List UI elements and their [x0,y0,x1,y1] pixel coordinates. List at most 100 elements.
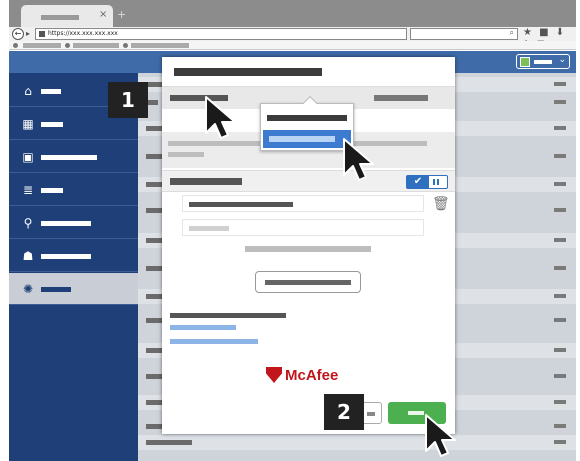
row-value [554,318,566,322]
avatar [520,57,530,67]
screenshot-frame: × + ← ▸ https://xxx.xxx.xxx.xxx ⌕ ★ ■ ⬇ … [0,0,580,461]
row-text [146,266,162,271]
sidebar-item-label [41,221,91,226]
row-value [554,348,566,352]
info-link[interactable] [170,339,258,344]
toggle-label [170,178,242,185]
add-button[interactable] [255,271,361,293]
row-value [554,182,566,186]
row-text [146,208,162,213]
sidebar-item-label [41,89,61,94]
sidebar: ⌂ ▦ ▣ ≣ ⚲ ☗ ✺ [9,73,138,461]
row-text [146,440,192,445]
row-value [554,424,566,428]
mouse-cursor-icon [425,414,456,457]
row-value [554,266,566,270]
sidebar-item-share[interactable]: ⚲ [9,207,138,239]
trash-icon[interactable]: 🗑 [432,196,450,212]
option-label [267,115,347,121]
back-button[interactable]: ← [12,28,24,40]
step-2-badge: 2 [324,394,364,430]
browser-search-field[interactable]: ⌕ [410,28,518,40]
row-text [146,374,162,379]
tab-title-placeholder [41,15,79,20]
user-name-placeholder [534,60,552,64]
device-icon: ▣ [22,150,34,164]
row-value [554,82,566,86]
bookmark-icon [123,43,128,48]
dialog-toggle-row: ✔ [162,170,455,192]
entry-field-empty[interactable] [182,219,424,236]
row-text [146,424,162,429]
bookmark-item[interactable] [23,43,61,48]
section-heading [245,246,371,252]
dropdown-option[interactable] [261,110,353,126]
row-value [554,154,566,158]
dialog-title [162,57,455,87]
mouse-cursor-icon [205,96,236,139]
chevron-down-icon: ⌄ [558,55,566,65]
url-text: https://xxx.xxx.xxx.xxx [48,30,118,37]
storage-icon: ≣ [22,183,34,197]
row-value [554,400,566,404]
row-text [146,182,162,187]
list-item[interactable] [138,435,576,450]
users-icon: ☗ [22,249,34,263]
mcafee-wordmark: McAfee [285,366,339,384]
user-menu-button[interactable]: ⌄ [516,54,570,69]
entry-placeholder [189,226,229,231]
bookmark-icon [65,43,70,48]
row-value [554,294,566,298]
dropdown-option-selected[interactable] [263,130,351,148]
address-row: ← ▸ https://xxx.xxx.xxx.xxx ⌕ ★ ■ ⬇ ⌂ ≡ [9,27,576,49]
url-field[interactable]: https://xxx.xxx.xxx.xxx [35,28,407,40]
mcafee-shield-icon [266,367,282,383]
share-icon: ⚲ [23,216,33,230]
description-line [168,152,204,157]
entry-text [189,202,293,207]
row-text [146,400,162,405]
row-value [554,100,566,104]
search-icon: ⌕ [509,28,514,37]
sidebar-item-settings[interactable]: ✺ [9,273,138,305]
row-text [146,318,162,323]
step-1-badge: 1 [108,82,148,118]
bookmark-item[interactable] [73,43,119,48]
option-label [269,136,335,142]
page-icon [39,31,45,37]
select-dropdown [260,95,354,151]
bookmark-icon [13,43,18,48]
pause-icon [433,179,439,185]
row-value [554,126,566,130]
sidebar-item-label [41,122,63,127]
sidebar-item-storage[interactable]: ≣ [9,174,138,206]
row-value [554,440,566,444]
tab-close-icon[interactable]: × [99,9,107,20]
enable-toggle[interactable]: ✔ [406,175,448,189]
sidebar-item-label [41,287,71,292]
sidebar-item-label [41,188,63,193]
check-icon: ✔ [407,176,429,188]
bookmark-item[interactable] [131,43,189,48]
grid-icon: ▦ [22,117,34,131]
dialog-title-text [174,68,322,76]
sidebar-item-label [41,155,97,160]
select-value [374,95,428,101]
new-tab-button[interactable]: + [117,8,126,21]
info-link[interactable] [170,325,236,330]
info-heading [170,313,286,318]
cancel-button-label [367,412,375,416]
row-text [146,238,162,243]
row-text [146,348,162,353]
row-text [146,154,162,159]
add-button-label [265,280,351,285]
bookmarks-bar [9,41,576,50]
sidebar-item-users[interactable]: ☗ [9,240,138,272]
row-value [554,208,566,212]
home-icon: ⌂ [24,84,32,98]
entry-field[interactable] [182,195,424,212]
row-value [554,374,566,378]
browser-tab[interactable]: × [21,5,113,27]
sidebar-item-device[interactable]: ▣ [9,141,138,173]
forward-icon[interactable]: ▸ [26,29,30,38]
